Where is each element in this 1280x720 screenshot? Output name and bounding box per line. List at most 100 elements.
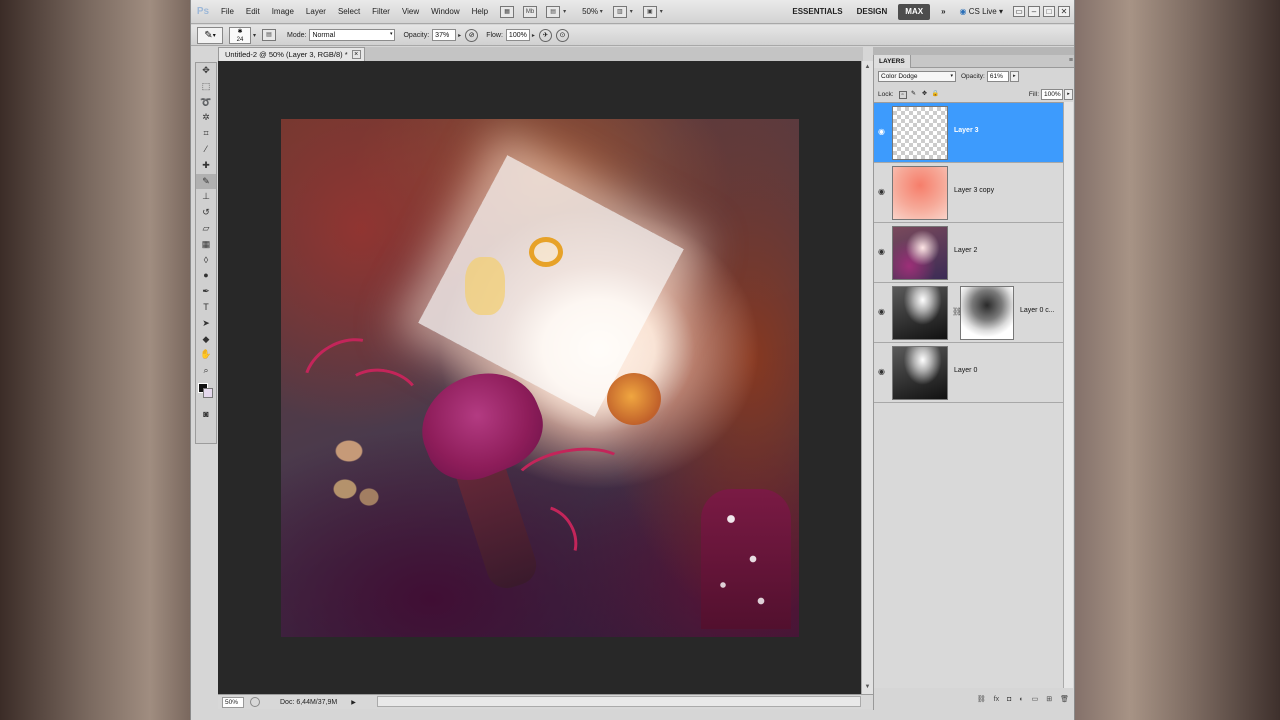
cs-live-menu[interactable]: ◉ CS Live ▾ xyxy=(953,0,1010,24)
airbrush-icon[interactable]: ✈ xyxy=(538,28,552,42)
pressure-opacity-icon[interactable]: ⊘ xyxy=(465,28,479,42)
chevron-down-icon[interactable]: ▾ xyxy=(563,8,566,15)
brush-preset-picker[interactable]: ✱ 24 xyxy=(229,26,251,44)
menu-filter[interactable]: Filter xyxy=(366,0,396,24)
layer-style-icon[interactable]: fx xyxy=(994,696,999,703)
arrange-documents-icon[interactable]: ▥ xyxy=(612,5,627,18)
path-select-tool-icon[interactable]: ➤ xyxy=(196,316,216,332)
link-layers-icon[interactable]: ⛓ xyxy=(977,695,986,703)
menu-image[interactable]: Image xyxy=(266,0,300,24)
chevron-right-icon[interactable]: ▸ xyxy=(1009,71,1019,82)
layer-row-layer-3-copy[interactable]: ◉ Layer 3 copy xyxy=(874,163,1063,223)
lock-transparency-icon[interactable]: ▫ xyxy=(898,90,907,99)
chevron-right-icon[interactable]: ▸ xyxy=(458,32,461,39)
visibility-eye-icon[interactable]: ◉ xyxy=(878,187,888,197)
layer-mask-thumbnail[interactable] xyxy=(960,286,1014,340)
canvas-artwork[interactable] xyxy=(281,119,799,637)
adjustment-layer-icon[interactable]: ◐ xyxy=(1019,696,1023,703)
visibility-eye-icon[interactable]: ◉ xyxy=(878,367,888,377)
chevron-down-icon[interactable]: ▾ xyxy=(253,32,256,39)
bridge-icon[interactable]: ▦ xyxy=(500,5,515,18)
menu-help[interactable]: Help xyxy=(466,0,494,24)
chevron-right-icon[interactable]: ▸ xyxy=(532,32,535,39)
blur-tool-icon[interactable]: ◊ xyxy=(196,253,216,269)
workspace-max[interactable]: MAX xyxy=(898,3,931,20)
pressure-size-icon[interactable]: ⊙ xyxy=(555,28,569,42)
layers-scrollbar[interactable] xyxy=(1063,102,1073,688)
minimize-button[interactable]: – xyxy=(1028,6,1040,17)
scroll-down-icon[interactable]: ▼ xyxy=(863,683,872,692)
chevron-right-icon[interactable]: ▶ xyxy=(351,699,356,706)
visibility-eye-icon[interactable]: ◉ xyxy=(878,127,888,137)
zoom-level[interactable]: 50% xyxy=(582,7,598,16)
close-button[interactable]: ✕ xyxy=(1058,6,1070,17)
layer-row-layer-2[interactable]: ◉ Layer 2 xyxy=(874,223,1063,283)
blend-mode-select[interactable]: Color Dodge ▾ xyxy=(878,71,956,82)
mode-select[interactable]: Normal ▾ xyxy=(309,29,396,41)
lock-position-icon[interactable]: ✥ xyxy=(921,91,929,99)
visibility-eye-icon[interactable]: ◉ xyxy=(878,247,888,257)
view-extras-icon[interactable]: ▤ xyxy=(546,5,561,18)
move-tool-icon[interactable]: ✥ xyxy=(196,63,216,79)
dodge-tool-icon[interactable]: ● xyxy=(196,268,216,284)
pasteboard[interactable] xyxy=(218,61,861,694)
flow-field[interactable]: 100% xyxy=(505,29,530,41)
pen-tool-icon[interactable]: ✒ xyxy=(196,284,216,300)
marquee-tool-icon[interactable]: ⬚ xyxy=(196,79,216,95)
scroll-up-icon[interactable]: ▲ xyxy=(863,63,872,72)
canvas-horizontal-scrollbar[interactable] xyxy=(377,696,861,707)
menu-window[interactable]: Window xyxy=(425,0,465,24)
menu-file[interactable]: File xyxy=(215,0,240,24)
chevron-down-icon[interactable]: ▾ xyxy=(660,8,663,15)
tab-layers[interactable]: LAYERS xyxy=(874,55,911,68)
workspace-overflow-icon[interactable]: » xyxy=(934,0,952,24)
canvas-vertical-scrollbar[interactable]: ▲ ▼ xyxy=(861,61,873,694)
type-tool-icon[interactable]: T xyxy=(196,300,216,316)
document-tab[interactable]: Untitled-2 @ 50% (Layer 3, RGB/8) * × xyxy=(218,47,365,61)
chevron-down-icon[interactable]: ▾ xyxy=(630,8,633,15)
eraser-tool-icon[interactable]: ▱ xyxy=(196,221,216,237)
status-zoom-field[interactable]: 50% xyxy=(222,696,244,708)
visibility-eye-icon[interactable]: ◉ xyxy=(878,307,888,317)
healing-brush-tool-icon[interactable]: ✚ xyxy=(196,158,216,174)
background-color-swatch[interactable] xyxy=(203,387,213,398)
layer-opacity-field[interactable]: 61% xyxy=(986,71,1009,82)
zoom-tool-icon[interactable]: ⌕ xyxy=(196,363,216,379)
gradient-tool-icon[interactable]: ▦ xyxy=(196,237,216,253)
layer-row-layer-3[interactable]: ◉ Layer 3 xyxy=(874,103,1063,163)
panel-dock-header[interactable] xyxy=(873,47,1074,55)
quick-mask-icon[interactable]: ◙ xyxy=(196,407,216,423)
panel-menu-icon[interactable]: ≡ xyxy=(1069,57,1073,64)
screen-mode-icon[interactable]: ▣ xyxy=(642,5,657,18)
lock-pixels-icon[interactable]: ✎ xyxy=(910,91,918,99)
opacity-field[interactable]: 37% xyxy=(432,29,457,41)
menu-view[interactable]: View xyxy=(396,0,425,24)
lock-all-icon[interactable]: 🔒 xyxy=(932,91,940,99)
new-group-icon[interactable]: ▭ xyxy=(1032,695,1039,703)
close-icon[interactable]: × xyxy=(351,50,361,59)
chevron-down-icon[interactable]: ▾ xyxy=(598,8,603,15)
mini-bridge-icon[interactable]: Mb xyxy=(523,5,538,18)
add-mask-icon[interactable]: ◘ xyxy=(1007,696,1011,703)
hand-tool-icon[interactable]: ✋ xyxy=(196,347,216,363)
lasso-tool-icon[interactable]: ➰ xyxy=(196,95,216,111)
workspace-essentials[interactable]: ESSENTIALS xyxy=(785,0,849,24)
workspace-design[interactable]: DESIGN xyxy=(850,0,895,24)
new-layer-icon[interactable]: ⊞ xyxy=(1046,695,1052,703)
tool-preset-picker[interactable]: ✎ ▾ xyxy=(197,26,223,44)
brush-tool-icon[interactable]: ✎ xyxy=(196,173,216,190)
shape-tool-icon[interactable]: ◆ xyxy=(196,332,216,348)
chevron-right-icon[interactable]: ▸ xyxy=(1064,89,1073,100)
history-brush-tool-icon[interactable]: ↺ xyxy=(196,205,216,221)
layer-row-layer-0-copy[interactable]: ◉ ⛓ Layer 0 c... xyxy=(874,283,1063,343)
clone-stamp-tool-icon[interactable]: ⊥ xyxy=(196,189,216,205)
menu-select[interactable]: Select xyxy=(332,0,366,24)
delete-layer-icon[interactable]: 🗑 xyxy=(1060,695,1069,703)
restore-button[interactable]: ▭ xyxy=(1013,6,1025,17)
quick-select-tool-icon[interactable]: ✲ xyxy=(196,110,216,126)
brush-panel-toggle-icon[interactable]: ▤ xyxy=(262,29,277,41)
crop-tool-icon[interactable]: ⌗ xyxy=(196,126,216,142)
eyedropper-tool-icon[interactable]: ⁄ xyxy=(196,142,216,158)
fill-field[interactable]: 100% xyxy=(1041,89,1063,100)
menu-layer[interactable]: Layer xyxy=(300,0,332,24)
